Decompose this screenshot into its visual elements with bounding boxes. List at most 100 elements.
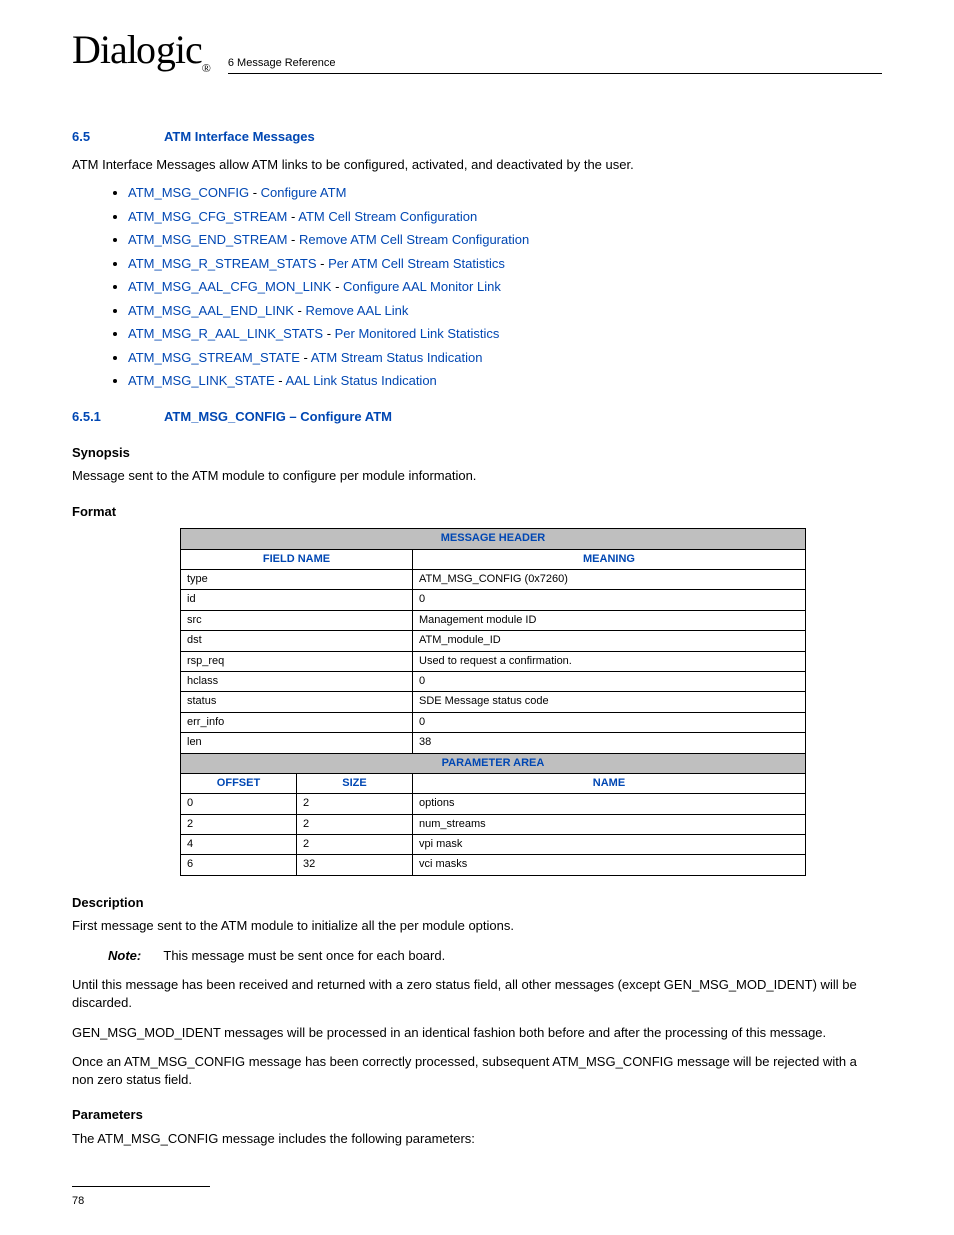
table-row: id0 <box>181 590 806 610</box>
message-desc-link[interactable]: ATM Cell Stream Configuration <box>298 209 477 224</box>
cell-field: type <box>181 569 413 589</box>
message-link[interactable]: ATM_MSG_AAL_END_LINK <box>128 303 294 318</box>
cell-field: src <box>181 610 413 630</box>
synopsis-text: Message sent to the ATM module to config… <box>72 467 882 485</box>
message-link[interactable]: ATM_MSG_R_STREAM_STATS <box>128 256 317 271</box>
table-header-message: MESSAGE HEADER <box>181 529 806 549</box>
format-heading: Format <box>72 503 882 521</box>
message-desc-link[interactable]: Configure ATM <box>261 185 347 200</box>
separator: - <box>287 209 298 224</box>
chapter-title: 6 Message Reference <box>228 57 882 74</box>
cell-n: options <box>413 794 806 814</box>
description-p3: GEN_MSG_MOD_IDENT messages will be proce… <box>72 1024 882 1042</box>
table-row: dstATM_module_ID <box>181 631 806 651</box>
message-desc-link[interactable]: Remove ATM Cell Stream Configuration <box>299 232 529 247</box>
description-p2: Until this message has been received and… <box>72 976 882 1011</box>
list-item: ATM_MSG_END_STREAM - Remove ATM Cell Str… <box>128 230 882 249</box>
col-offset: OFFSET <box>181 773 297 793</box>
message-desc-link[interactable]: Per ATM Cell Stream Statistics <box>328 256 505 271</box>
cell-field: rsp_req <box>181 651 413 671</box>
section-title: ATM Interface Messages <box>164 128 315 146</box>
list-item: ATM_MSG_R_AAL_LINK_STATS - Per Monitored… <box>128 324 882 343</box>
table-row: 02options <box>181 794 806 814</box>
parameters-text: The ATM_MSG_CONFIG message includes the … <box>72 1130 882 1148</box>
message-link-list: ATM_MSG_CONFIG - Configure ATM ATM_MSG_CF… <box>72 183 882 390</box>
cell-meaning: Used to request a confirmation. <box>413 651 806 671</box>
table-row: hclass0 <box>181 671 806 691</box>
list-item: ATM_MSG_CFG_STREAM - ATM Cell Stream Con… <box>128 207 882 226</box>
list-item: ATM_MSG_CONFIG - Configure ATM <box>128 183 882 202</box>
section-heading-6-5: 6.5 ATM Interface Messages <box>72 128 882 146</box>
message-link[interactable]: ATM_MSG_AAL_CFG_MON_LINK <box>128 279 331 294</box>
section-intro: ATM Interface Messages allow ATM links t… <box>72 156 882 174</box>
col-size: SIZE <box>297 773 413 793</box>
separator: - <box>275 373 286 388</box>
cell-meaning: 38 <box>413 733 806 753</box>
cell-o: 6 <box>181 855 297 875</box>
message-desc-link[interactable]: ATM Stream Status Indication <box>311 350 483 365</box>
table-row: 42vpi mask <box>181 835 806 855</box>
list-item: ATM_MSG_R_STREAM_STATS - Per ATM Cell St… <box>128 254 882 273</box>
table-row: rsp_reqUsed to request a confirmation. <box>181 651 806 671</box>
page-number: 78 <box>72 1195 84 1207</box>
cell-o: 2 <box>181 814 297 834</box>
message-link[interactable]: ATM_MSG_CFG_STREAM <box>128 209 287 224</box>
separator: - <box>287 232 299 247</box>
cell-field: hclass <box>181 671 413 691</box>
message-link[interactable]: ATM_MSG_LINK_STATE <box>128 373 275 388</box>
separator: - <box>300 350 311 365</box>
message-link[interactable]: ATM_MSG_R_AAL_LINK_STATS <box>128 326 323 341</box>
message-desc-link[interactable]: Remove AAL Link <box>306 303 409 318</box>
cell-meaning: 0 <box>413 590 806 610</box>
table-row: statusSDE Message status code <box>181 692 806 712</box>
cell-field: len <box>181 733 413 753</box>
cell-s: 2 <box>297 794 413 814</box>
cell-field: id <box>181 590 413 610</box>
cell-meaning: 0 <box>413 671 806 691</box>
cell-meaning: 0 <box>413 712 806 732</box>
cell-o: 0 <box>181 794 297 814</box>
section-number: 6.5.1 <box>72 408 164 426</box>
separator: - <box>323 326 335 341</box>
synopsis-heading: Synopsis <box>72 444 882 462</box>
description-heading: Description <box>72 894 882 912</box>
parameters-heading: Parameters <box>72 1106 882 1124</box>
table-row: typeATM_MSG_CONFIG (0x7260) <box>181 569 806 589</box>
note: Note: This message must be sent once for… <box>108 947 882 965</box>
cell-n: vci masks <box>413 855 806 875</box>
description-p4: Once an ATM_MSG_CONFIG message has been … <box>72 1053 882 1088</box>
message-desc-link[interactable]: Per Monitored Link Statistics <box>335 326 500 341</box>
logo: Dialogic® <box>72 30 210 80</box>
message-link[interactable]: ATM_MSG_END_STREAM <box>128 232 287 247</box>
section-heading-6-5-1: 6.5.1 ATM_MSG_CONFIG – Configure ATM <box>72 408 882 426</box>
message-format-table: MESSAGE HEADER FIELD NAME MEANING typeAT… <box>180 528 806 876</box>
message-desc-link[interactable]: AAL Link Status Indication <box>286 373 437 388</box>
cell-meaning: SDE Message status code <box>413 692 806 712</box>
table-row: 632vci masks <box>181 855 806 875</box>
table-row: err_info0 <box>181 712 806 732</box>
separator: - <box>331 279 343 294</box>
table-row: len38 <box>181 733 806 753</box>
section-title: ATM_MSG_CONFIG – Configure ATM <box>164 408 392 426</box>
cell-field: status <box>181 692 413 712</box>
cell-s: 2 <box>297 814 413 834</box>
cell-field: err_info <box>181 712 413 732</box>
col-name: NAME <box>413 773 806 793</box>
cell-s: 2 <box>297 835 413 855</box>
page-header: Dialogic® 6 Message Reference <box>72 30 882 80</box>
separator: - <box>249 185 261 200</box>
cell-n: num_streams <box>413 814 806 834</box>
cell-o: 4 <box>181 835 297 855</box>
cell-meaning: ATM_MSG_CONFIG (0x7260) <box>413 569 806 589</box>
col-meaning: MEANING <box>413 549 806 569</box>
section-number: 6.5 <box>72 128 164 146</box>
list-item: ATM_MSG_STREAM_STATE - ATM Stream Status… <box>128 348 882 367</box>
message-link[interactable]: ATM_MSG_CONFIG <box>128 185 249 200</box>
message-link[interactable]: ATM_MSG_STREAM_STATE <box>128 350 300 365</box>
cell-meaning: ATM_module_ID <box>413 631 806 651</box>
table-header-parameter: PARAMETER AREA <box>181 753 806 773</box>
note-label: Note: <box>108 947 160 965</box>
table-row: 22num_streams <box>181 814 806 834</box>
message-desc-link[interactable]: Configure AAL Monitor Link <box>343 279 501 294</box>
separator: - <box>317 256 329 271</box>
